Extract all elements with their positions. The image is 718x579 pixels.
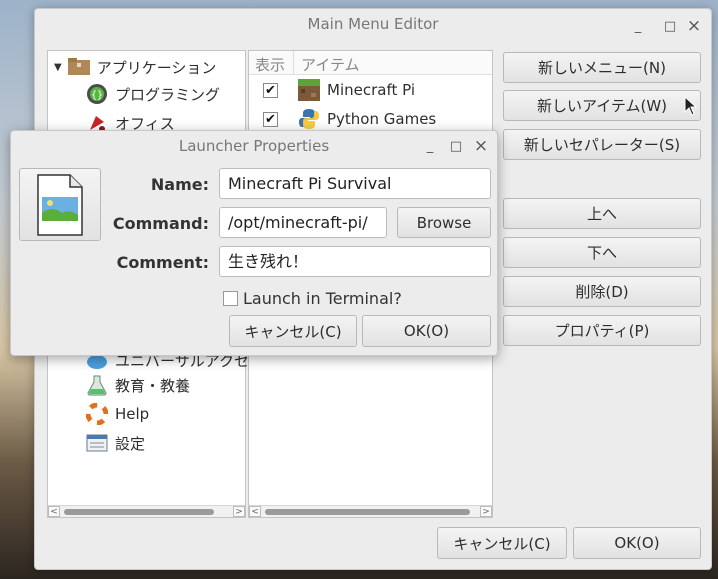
- scroll-left-arrow-icon[interactable]: <: [48, 506, 60, 517]
- maximize-icon[interactable]: □: [661, 17, 679, 35]
- programming-icon: {}: [86, 83, 108, 105]
- tree-root-row[interactable]: ▼ アプリケーション: [54, 55, 216, 79]
- svg-text:{}: {}: [91, 90, 103, 101]
- delete-button[interactable]: 削除(D): [503, 276, 701, 307]
- items-row-minecraft[interactable]: ✔ Minecraft Pi: [263, 78, 415, 102]
- scroll-thumb[interactable]: [265, 509, 470, 515]
- expander-triangle-icon[interactable]: ▼: [54, 62, 62, 73]
- show-checkbox[interactable]: ✔: [263, 111, 278, 127]
- cancel-button[interactable]: キャンセル(C): [437, 527, 567, 559]
- command-label: Command:: [112, 214, 209, 233]
- applications-folder-icon: [67, 56, 90, 78]
- column-show-header[interactable]: 表示: [255, 54, 285, 75]
- tree-item-label: Help: [115, 405, 150, 423]
- browse-button[interactable]: Browse: [397, 207, 491, 238]
- window-title: Main Menu Editor: [307, 15, 439, 33]
- item-label: Minecraft Pi: [327, 81, 416, 99]
- ok-button[interactable]: OK(O): [573, 527, 701, 559]
- new-menu-button[interactable]: 新しいメニュー(N): [503, 52, 701, 83]
- properties-button[interactable]: プロパティ(P): [503, 315, 701, 346]
- launch-in-terminal-checkbox[interactable]: [223, 290, 238, 306]
- tree-item-settings[interactable]: 設定: [86, 431, 145, 455]
- tree-item-help[interactable]: Help: [86, 402, 149, 426]
- comment-field[interactable]: 生き残れ！: [219, 246, 491, 277]
- comment-label: Comment:: [116, 253, 209, 272]
- scroll-thumb[interactable]: [64, 509, 214, 515]
- close-icon[interactable]: ×: [472, 136, 490, 156]
- launch-in-terminal-label[interactable]: Launch in Terminal?: [243, 289, 402, 308]
- help-lifebuoy-icon: [86, 403, 108, 425]
- new-separator-button[interactable]: 新しいセパレーター(S): [503, 129, 701, 160]
- new-item-button[interactable]: 新しいアイテム(W): [503, 90, 701, 121]
- tree-item-label: 設定: [115, 434, 146, 453]
- launcher-icon-button[interactable]: [19, 168, 101, 241]
- launch-in-terminal-row[interactable]: Launch in Terminal?: [223, 287, 402, 309]
- minecraft-icon: [298, 79, 320, 101]
- column-divider: [293, 51, 294, 75]
- settings-icon: [86, 432, 108, 454]
- items-row-python-games[interactable]: ✔ Python Games: [263, 107, 436, 131]
- move-up-button[interactable]: 上へ: [503, 198, 701, 229]
- scroll-right-arrow-icon[interactable]: >: [480, 506, 492, 517]
- mouse-cursor-icon: [684, 96, 698, 116]
- move-down-button[interactable]: 下へ: [503, 237, 701, 268]
- name-field[interactable]: Minecraft Pi Survival: [219, 168, 491, 199]
- tree-item-label: 教育・教養: [115, 376, 191, 395]
- show-checkbox[interactable]: ✔: [263, 82, 278, 98]
- items-horizontal-scrollbar[interactable]: < >: [249, 505, 492, 517]
- items-column-header: 表示 アイテム: [249, 51, 492, 75]
- launcher-properties-dialog: Launcher Properties _ □ × Name: Minecraf…: [10, 130, 498, 356]
- column-item-header[interactable]: アイテム: [301, 54, 360, 75]
- close-icon[interactable]: ×: [685, 16, 703, 36]
- tree-item-education[interactable]: 教育・教養: [86, 373, 190, 397]
- dialog-ok-button[interactable]: OK(O): [362, 315, 491, 347]
- command-field[interactable]: /opt/minecraft-pi/: [219, 207, 387, 238]
- minimize-icon[interactable]: _: [421, 137, 439, 155]
- education-icon: [86, 374, 108, 396]
- maximize-icon[interactable]: □: [447, 137, 465, 155]
- tree-item-label: プログラミング: [115, 85, 221, 104]
- scroll-right-arrow-icon[interactable]: >: [233, 506, 245, 517]
- scroll-left-arrow-icon[interactable]: <: [249, 506, 261, 517]
- python-icon: [298, 108, 320, 130]
- tree-root-label: アプリケーション: [96, 58, 217, 77]
- name-label: Name:: [150, 175, 209, 194]
- tree-horizontal-scrollbar[interactable]: < >: [48, 505, 245, 517]
- tree-item-programming[interactable]: {} プログラミング: [86, 82, 220, 106]
- minimize-icon[interactable]: _: [629, 17, 647, 35]
- item-label: Python Games: [327, 110, 437, 128]
- image-file-icon: [37, 173, 83, 236]
- dialog-cancel-button[interactable]: キャンセル(C): [229, 315, 357, 347]
